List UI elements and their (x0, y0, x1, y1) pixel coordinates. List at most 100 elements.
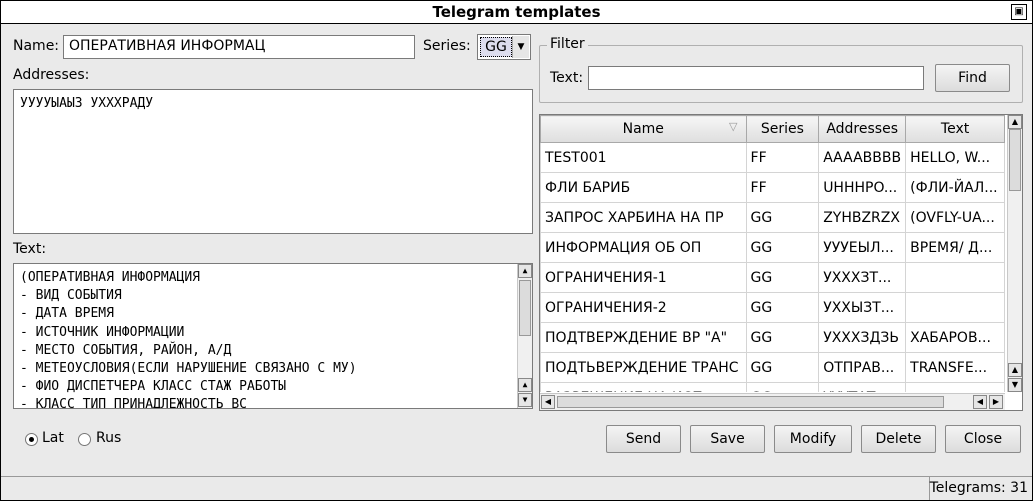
filter-text-input[interactable] (588, 66, 924, 90)
cell-series: GG (745, 322, 820, 353)
scroll-thumb[interactable] (519, 280, 531, 336)
cell-addresses: ОТПРАВ... (818, 352, 907, 383)
text-label: Text: (13, 241, 47, 257)
cell-addresses: УХХЫЗТ... (818, 292, 907, 323)
cell-text: (OVFLY-UA... (905, 202, 1005, 233)
column-header-label: Name (622, 121, 664, 137)
status-bar: Telegrams: 31 (1, 476, 1032, 500)
modify-button[interactable]: Modify (774, 425, 852, 453)
text-line: - КЛАСС ТИП ПРИНАДЛЕЖНОСТЬ ВС (20, 397, 247, 409)
cell-text (905, 292, 1005, 323)
table-row[interactable]: TEST001 FF AAAABBBB HELLO, W... (540, 142, 1005, 173)
column-header-series[interactable]: Series (745, 115, 820, 143)
restore-icon[interactable]: ▣ (1011, 4, 1027, 20)
cell-text: TRANSFE... (905, 352, 1005, 383)
addresses-label: Addresses: (13, 67, 90, 83)
scroll-up-icon[interactable]: ▲ (1008, 363, 1022, 377)
scroll-down-icon[interactable]: ▼ (518, 393, 532, 407)
text-textarea[interactable]: (ОПЕРАТИВНАЯ ИНФОРМАЦИЯ - ВИД СОБЫТИЯ - … (13, 263, 533, 409)
cell-addresses: УХХХЗДЗЬ (818, 322, 907, 353)
scroll-up-icon[interactable]: ▲ (518, 378, 532, 392)
cell-text: ХАБАРОВ... (905, 322, 1005, 353)
cell-name: РАЗРЕШЕНИЕ НА ИСП (540, 382, 747, 392)
column-header-name[interactable]: Name ▽ (540, 115, 747, 143)
sort-icon: ▽ (729, 120, 738, 133)
cell-series: GG (745, 382, 820, 392)
send-button[interactable]: Send (606, 425, 681, 453)
close-button[interactable]: Close (945, 425, 1021, 453)
cell-addresses: UHHHPO... (818, 172, 907, 203)
cell-name: ПОДТВЕРЖДЕНИЕ ВР "А" (540, 322, 747, 353)
table-row[interactable]: ЗАПРОС ХАРБИНА НА ПР GG ZYHBZRZX (OVFLY-UA.… (540, 202, 1005, 233)
table-row[interactable]: ПОДТВЕРЖДЕНИЕ ВР "А" GG УХХХЗДЗЬ ХАБАРОВ... (540, 322, 1005, 353)
table-row[interactable]: ОГРАНИЧЕНИЯ-1 GG УХХХЗТ... (540, 262, 1005, 293)
text-line: - МЕСТО СОБЫТИЯ, РАЙОН, А/Д (20, 342, 232, 358)
templates-grid: Name ▽ Series Addresses Text TEST001 FF AA… (540, 115, 1005, 392)
cell-addresses: УХХХЗТ... (818, 262, 907, 293)
scroll-left-icon[interactable]: ◀ (541, 395, 555, 409)
cell-name: ИНФОРМАЦИЯ ОБ ОП (540, 232, 747, 263)
text-line: - ВИД СОБЫТИЯ (20, 288, 122, 304)
name-label: Name: (13, 38, 60, 54)
cell-text: HELLO, W... (905, 142, 1005, 173)
table-row[interactable]: ПОДТЬВЕРЖДЕНИЕ ТРАНС GG ОТПРАВ... TRANSFE..… (540, 352, 1005, 383)
text-scrollbar[interactable]: ▲ ▲ ▼ (517, 264, 532, 408)
column-header-text[interactable]: Text (905, 115, 1005, 143)
cell-name: ФЛИ БАРИБ (540, 172, 747, 203)
table-header-row: Name ▽ Series Addresses Text (540, 115, 1005, 143)
cell-series: GG (745, 202, 820, 233)
chevron-down-icon[interactable]: ▼ (512, 36, 529, 58)
table-row[interactable]: ОГРАНИЧЕНИЯ-2 GG УХХЫЗТ... (540, 292, 1005, 323)
cell-text: ВРЕМЯ/ Д... (905, 232, 1005, 263)
cell-name: ЗАПРОС ХАРБИНА НА ПР (540, 202, 747, 233)
cell-series: GG (745, 292, 820, 323)
table-hscrollbar[interactable]: ◀ ◀ ▶ (540, 393, 1005, 410)
cell-series: FF (745, 142, 820, 173)
cell-addresses: ZYHBZRZX (818, 202, 907, 233)
text-line: (ОПЕРАТИВНАЯ ИНФОРМАЦИЯ (20, 270, 201, 285)
cell-series: GG (745, 352, 820, 383)
series-label: Series: (423, 38, 471, 54)
rus-radio[interactable] (78, 433, 91, 446)
cell-addresses: УУУЕЫЛ... (818, 232, 907, 263)
cell-name: ОГРАНИЧЕНИЯ-1 (540, 262, 747, 293)
column-header-addresses[interactable]: Addresses (818, 115, 907, 143)
scroll-thumb[interactable] (1009, 129, 1021, 191)
window-title: Telegram templates (432, 3, 601, 21)
delete-button[interactable]: Delete (861, 425, 936, 453)
text-line: - МЕТЕОУСЛОВИЯ(ЕСЛИ НАРУШЕНИЕ СВЯЗАНО С … (20, 361, 357, 377)
telegrams-count: Telegrams: 31 (929, 480, 1028, 496)
text-line: - ДАТА ВРЕМЯ (20, 306, 114, 322)
text-line: - ФИО ДИСПЕТЧЕРА КЛАСС СТАЖ РАБОТЫ (20, 379, 287, 395)
find-button[interactable]: Find (935, 64, 1010, 92)
cell-text: (ФЛИ-ЙАЛ... (905, 172, 1005, 203)
lat-radio[interactable] (25, 433, 38, 446)
cell-name: ПОДТЬВЕРЖДЕНИЕ ТРАНС (540, 352, 747, 383)
lat-label: Lat (42, 430, 64, 446)
text-line: - ИСТОЧНИК ИНФОРМАЦИИ (20, 324, 185, 340)
telegram-templates-window: Telegram templates ▣ Name: ОПЕРАТИВНАЯ И… (0, 0, 1033, 501)
table-viewport: Name ▽ Series Addresses Text TEST001 FF AA… (540, 115, 1005, 392)
cell-series: GG (745, 262, 820, 293)
table-vscrollbar[interactable]: ▲ ▲ ▼ (1007, 115, 1022, 392)
save-button[interactable]: Save (690, 425, 765, 453)
table-row[interactable]: ИНФОРМАЦИЯ ОБ ОП GG УУУЕЫЛ... ВРЕМЯ/ Д... (540, 232, 1005, 263)
table-row[interactable]: ФЛИ БАРИБ FF UHHHPO... (ФЛИ-ЙАЛ... (540, 172, 1005, 203)
cell-addresses: AAAABBBB (818, 142, 907, 173)
rus-label: Rus (96, 430, 122, 446)
scroll-left-icon[interactable]: ◀ (973, 395, 987, 409)
series-select[interactable]: GG ▼ (477, 34, 531, 60)
text-content: (ОПЕРАТИВНАЯ ИНФОРМАЦИЯ - ВИД СОБЫТИЯ - … (20, 269, 357, 409)
filter-text-label: Text: (550, 70, 584, 86)
cell-text (905, 262, 1005, 293)
scroll-up-icon[interactable]: ▲ (518, 264, 532, 278)
addresses-textarea[interactable]: УУУУЫАЫЗ УХХХРАДУ (13, 89, 533, 234)
table-row[interactable]: РАЗРЕШЕНИЕ НА ИСПGGУУУТАТ... (540, 382, 1005, 392)
templates-table: Name ▽ Series Addresses Text TEST001 FF AA… (539, 114, 1023, 411)
scroll-right-icon[interactable]: ▶ (989, 395, 1003, 409)
scroll-down-icon[interactable]: ▼ (1008, 378, 1022, 392)
hscroll-thumb[interactable] (557, 396, 944, 408)
scroll-up-icon[interactable]: ▲ (1008, 115, 1022, 129)
name-input[interactable]: ОПЕРАТИВНАЯ ИНФОРМАЦ (63, 35, 415, 59)
cell-series: GG (745, 232, 820, 263)
